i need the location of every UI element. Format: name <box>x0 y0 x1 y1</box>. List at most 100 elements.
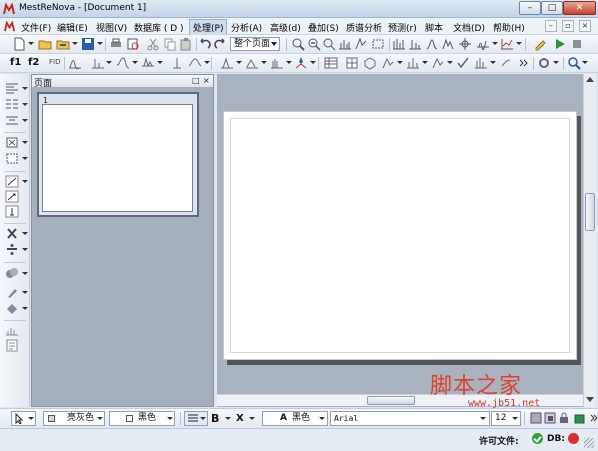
line-dropdown-arrow[interactable] <box>22 180 28 183</box>
document-page[interactable] <box>223 111 577 360</box>
overlay-dropdown-arrow[interactable] <box>22 272 28 275</box>
draw-arrow-icon[interactable] <box>5 190 19 203</box>
menu-scripts[interactable]: 脚本 <box>425 21 443 34</box>
cut-icon[interactable] <box>146 37 160 51</box>
align-left-icon[interactable] <box>5 82 19 95</box>
menu-processing[interactable]: 处理(P) <box>189 19 228 36</box>
divide-icon[interactable] <box>5 243 19 256</box>
molecule-icon[interactable] <box>363 56 377 70</box>
multiplet-icon[interactable] <box>441 37 455 51</box>
vertical-scroll-thumb[interactable] <box>585 193 595 231</box>
assignment-icon[interactable] <box>406 56 420 70</box>
new-dropdown-arrow[interactable] <box>28 42 34 45</box>
text-align-select[interactable] <box>184 411 208 426</box>
menu-database[interactable]: 数据库 ( D ) <box>134 21 184 34</box>
chart-options-icon[interactable] <box>500 37 514 51</box>
menu-file[interactable]: 文件(F) <box>21 21 51 34</box>
align-dropdown-arrow[interactable] <box>22 87 28 90</box>
scroll-down-icon[interactable] <box>586 397 594 402</box>
brush-dropdown-arrow[interactable] <box>22 291 28 294</box>
panel-close-button[interactable]: × <box>203 76 210 85</box>
peak-picking-icon[interactable] <box>408 37 422 51</box>
fill-color-select[interactable]: 亮灰色 <box>43 411 105 426</box>
menu-stack[interactable]: 叠加(S) <box>308 21 339 34</box>
toolbar-overflow-icon[interactable] <box>517 56 531 70</box>
spacing-icon[interactable] <box>5 114 19 127</box>
distribute-icon[interactable] <box>5 98 19 111</box>
integral-icon[interactable] <box>245 56 259 70</box>
insert-chart-icon[interactable] <box>5 324 19 337</box>
peak-fit-icon[interactable] <box>220 56 234 70</box>
search-icon[interactable] <box>567 56 581 70</box>
menu-mass-spec[interactable]: 质谱分析 <box>346 21 382 34</box>
database-dropdown-arrow[interactable] <box>490 61 496 64</box>
f2-axis-button[interactable]: f2 <box>28 57 39 68</box>
page-zoom-select[interactable]: 整个页面 <box>230 37 280 51</box>
multiplet-dropdown-arrow[interactable] <box>286 61 292 64</box>
undo-icon[interactable] <box>198 37 212 51</box>
font-family-select[interactable]: Arial <box>330 411 490 426</box>
open-folder-icon[interactable] <box>38 37 52 51</box>
subscript-dropdown-arrow[interactable] <box>249 417 255 420</box>
baseline-icon[interactable] <box>476 37 490 51</box>
molecule-link-icon[interactable] <box>381 56 395 70</box>
delete-dropdown-arrow[interactable] <box>22 141 28 144</box>
open-dropdown-arrow[interactable] <box>72 42 78 45</box>
db-status-icon[interactable] <box>568 433 579 444</box>
cut-dropdown-arrow[interactable] <box>22 232 28 235</box>
menu-edit[interactable]: 编辑(E) <box>57 21 88 34</box>
divide-dropdown-arrow[interactable] <box>22 248 28 251</box>
cut-region-icon[interactable] <box>5 227 19 240</box>
stack-bars-icon[interactable] <box>392 37 406 51</box>
reference-icon[interactable] <box>170 56 184 70</box>
molecule-dropdown-arrow[interactable] <box>397 61 403 64</box>
more-tools-icon[interactable] <box>499 56 513 70</box>
smoothing-icon[interactable] <box>188 56 202 70</box>
bold-button[interactable]: B <box>211 412 219 425</box>
save-icon[interactable] <box>81 37 95 51</box>
baseline-corr-dropdown-arrow[interactable] <box>157 61 163 64</box>
fid-button[interactable]: FID <box>49 58 60 66</box>
print-icon[interactable] <box>109 37 123 51</box>
settings-icon[interactable] <box>537 56 551 70</box>
insert-text-icon[interactable] <box>5 339 19 352</box>
spacing-dropdown-arrow[interactable] <box>22 119 28 122</box>
lock-icon[interactable] <box>557 411 571 425</box>
fill-dropdown-arrow[interactable] <box>22 307 28 310</box>
f1-axis-button[interactable]: f1 <box>10 57 21 68</box>
crosshair-icon[interactable] <box>458 37 472 51</box>
minimize-button[interactable]: – <box>519 1 541 15</box>
full-spectrum-icon[interactable] <box>338 37 352 51</box>
menu-predict[interactable]: 预测(r) <box>388 21 417 34</box>
zoom-fit-icon[interactable] <box>322 37 336 51</box>
phase-correction-icon[interactable] <box>116 56 130 70</box>
group-dropdown-arrow[interactable] <box>22 157 28 160</box>
subscript-button[interactable]: X <box>236 413 244 424</box>
delete-object-icon[interactable] <box>5 136 19 149</box>
brush-icon[interactable] <box>5 286 19 299</box>
multiplet-analysis-icon[interactable] <box>270 56 284 70</box>
copy-icon[interactable] <box>163 37 177 51</box>
script-tool-icon[interactable] <box>533 37 547 51</box>
chart-dropdown-arrow[interactable] <box>516 42 522 45</box>
run-script-icon[interactable] <box>553 37 567 51</box>
draw-line-icon[interactable] <box>5 175 19 188</box>
distribute-dropdown-arrow[interactable] <box>22 103 28 106</box>
integral-dropdown-arrow[interactable] <box>261 61 267 64</box>
document-canvas[interactable] <box>217 74 583 407</box>
document-minimize-button[interactable]: – <box>545 20 557 32</box>
peak-fit-dropdown-arrow[interactable] <box>236 61 242 64</box>
zoom-in-icon[interactable] <box>291 37 305 51</box>
baseline-dropdown-arrow[interactable] <box>492 42 498 45</box>
smoothing-dropdown-arrow[interactable] <box>204 61 210 64</box>
bring-front-icon[interactable] <box>529 411 543 425</box>
draw-bracket-icon[interactable] <box>5 205 19 218</box>
menu-analysis[interactable]: 分析(A) <box>231 21 262 34</box>
apodization-icon[interactable] <box>68 56 82 70</box>
overlay-icon[interactable] <box>5 267 19 280</box>
toolbar-overflow-icon[interactable] <box>587 411 598 425</box>
document-restore-button[interactable]: ▫ <box>562 20 574 32</box>
database-search-icon[interactable] <box>474 56 488 70</box>
horizontal-scroll-thumb[interactable] <box>367 396 415 405</box>
document-icon[interactable] <box>4 21 15 32</box>
